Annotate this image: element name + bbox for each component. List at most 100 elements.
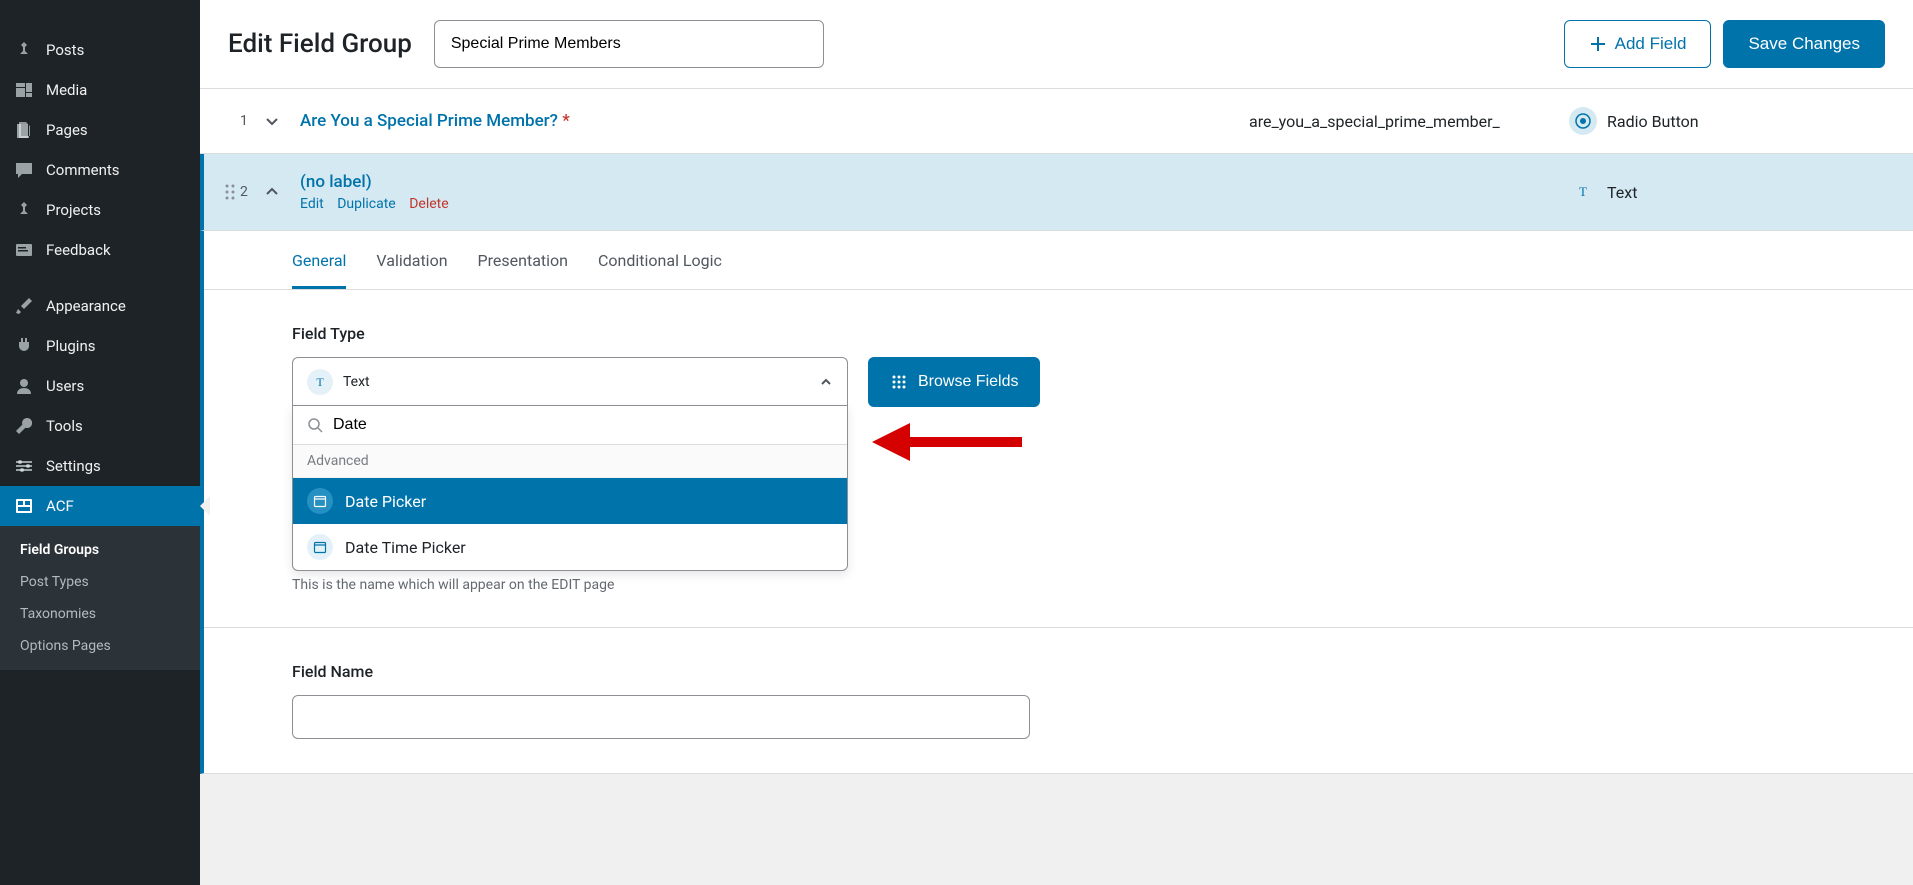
collapse-toggle[interactable] <box>264 184 300 200</box>
browse-fields-button[interactable]: Browse Fields <box>868 357 1040 407</box>
select-display[interactable]: T Text <box>292 357 848 405</box>
submenu-taxonomies[interactable]: Taxonomies <box>0 598 200 630</box>
field-type-row: T Text Advanced Dat <box>292 357 1825 593</box>
option-date-picker[interactable]: Date Picker <box>293 478 847 524</box>
sidebar-item-tools[interactable]: Tools <box>0 406 200 446</box>
field-type: Radio Button <box>1569 107 1889 135</box>
delete-action[interactable]: Delete <box>409 196 448 212</box>
row-number: 2 <box>240 184 260 200</box>
grid-icon <box>890 373 908 391</box>
drag-handle-icon[interactable] <box>224 183 228 201</box>
sidebar-label: Pages <box>46 121 88 139</box>
arrow-annotation <box>862 417 1032 467</box>
row-number: 1 <box>240 113 260 129</box>
sidebar-item-comments[interactable]: Comments <box>0 150 200 190</box>
field-name: are_you_a_special_prime_member_ <box>1249 112 1569 131</box>
sidebar-item-posts[interactable]: Posts <box>0 30 200 70</box>
tab-conditional-logic[interactable]: Conditional Logic <box>598 251 722 289</box>
required-indicator: * <box>562 111 570 131</box>
text-icon: T <box>307 369 333 395</box>
media-icon <box>12 80 36 100</box>
save-changes-button[interactable]: Save Changes <box>1723 20 1885 68</box>
sidebar-label: Plugins <box>46 337 95 355</box>
row-actions: Edit Duplicate Delete <box>300 196 1249 212</box>
sidebar-label: Comments <box>46 161 120 179</box>
user-icon <box>12 376 36 396</box>
field-row-expanded: 2 (no label) Edit Duplicate Delete T Tex… <box>200 154 1913 231</box>
svg-text:T: T <box>1579 184 1587 199</box>
submenu-post-types[interactable]: Post Types <box>0 566 200 598</box>
field-editor: General Validation Presentation Conditio… <box>200 231 1913 774</box>
sidebar-item-feedback[interactable]: Feedback <box>0 230 200 270</box>
tab-general[interactable]: General <box>292 251 346 289</box>
field-type: T Text <box>1569 178 1889 206</box>
pages-icon <box>12 120 36 140</box>
field-row: 1 Are You a Special Prime Member? * are_… <box>200 89 1913 154</box>
tab-validation[interactable]: Validation <box>376 251 447 289</box>
radio-icon <box>1569 107 1597 135</box>
sidebar-item-users[interactable]: Users <box>0 366 200 406</box>
admin-sidebar: Posts Media Pages Comments Projects Feed… <box>0 0 200 885</box>
option-date-time-picker[interactable]: Date Time Picker <box>293 524 847 570</box>
page-title: Edit Field Group <box>228 29 412 59</box>
field-name-section: Field Name <box>204 627 1913 773</box>
comment-icon <box>12 160 36 180</box>
plug-icon <box>12 336 36 356</box>
duplicate-action[interactable]: Duplicate <box>337 196 396 212</box>
edit-action[interactable]: Edit <box>300 196 324 212</box>
field-label-cell: (no label) Edit Duplicate Delete <box>300 172 1249 212</box>
settings-icon <box>12 456 36 476</box>
dropdown-search-input[interactable] <box>333 416 833 434</box>
sidebar-separator <box>0 270 200 286</box>
sidebar-label: Projects <box>46 201 101 219</box>
pin-icon <box>12 40 36 60</box>
pin-icon <box>12 200 36 220</box>
tab-presentation[interactable]: Presentation <box>478 251 568 289</box>
field-label-cell: Are You a Special Prime Member? * <box>300 111 1249 131</box>
fields-list: 1 Are You a Special Prime Member? * are_… <box>200 89 1913 774</box>
sidebar-label: Appearance <box>46 297 126 315</box>
sidebar-label: Settings <box>46 457 101 475</box>
add-field-label: Add Field <box>1615 34 1687 54</box>
expand-toggle[interactable] <box>264 113 300 129</box>
sidebar-item-media[interactable]: Media <box>0 70 200 110</box>
sidebar-label: Feedback <box>46 241 111 259</box>
add-field-button[interactable]: Add Field <box>1564 20 1712 68</box>
field-type-section: Field Type T Text Ad <box>204 290 1913 627</box>
field-type-label: Field Type <box>292 324 1825 343</box>
field-name-input[interactable] <box>292 695 1030 739</box>
dropdown-group-label: Advanced <box>293 445 847 478</box>
group-name-input[interactable] <box>434 20 824 68</box>
wrench-icon <box>12 416 36 436</box>
sidebar-label: Tools <box>46 417 83 435</box>
svg-text:T: T <box>316 375 324 389</box>
chevron-up-icon <box>819 375 833 389</box>
field-type-select: T Text Advanced Dat <box>292 357 848 593</box>
sidebar-submenu: Field Groups Post Types Taxonomies Optio… <box>0 526 200 670</box>
editor-tabs: General Validation Presentation Conditio… <box>204 231 1913 290</box>
sidebar-label: Media <box>46 81 87 99</box>
field-name-label: Field Name <box>292 662 1825 681</box>
field-label-link[interactable]: Are You a Special Prime Member? * <box>300 111 570 131</box>
search-icon <box>307 417 323 433</box>
text-icon: T <box>1569 178 1597 206</box>
sidebar-item-settings[interactable]: Settings <box>0 446 200 486</box>
selected-type: Text <box>343 374 370 390</box>
calendar-icon <box>307 534 333 560</box>
plus-icon <box>1589 35 1607 53</box>
submenu-options-pages[interactable]: Options Pages <box>0 630 200 662</box>
brush-icon <box>12 296 36 316</box>
feedback-icon <box>12 240 36 260</box>
field-type-dropdown: Advanced Date Picker Date Time Picker <box>292 405 848 571</box>
sidebar-item-appearance[interactable]: Appearance <box>0 286 200 326</box>
acf-icon <box>12 496 36 516</box>
sidebar-item-projects[interactable]: Projects <box>0 190 200 230</box>
sidebar-item-pages[interactable]: Pages <box>0 110 200 150</box>
sidebar-item-plugins[interactable]: Plugins <box>0 326 200 366</box>
sidebar-item-acf[interactable]: ACF <box>0 486 200 526</box>
field-label-link[interactable]: (no label) <box>300 172 372 192</box>
sidebar-label: Posts <box>46 41 84 59</box>
dropdown-search <box>293 406 847 445</box>
calendar-icon <box>307 488 333 514</box>
submenu-field-groups[interactable]: Field Groups <box>0 534 200 566</box>
